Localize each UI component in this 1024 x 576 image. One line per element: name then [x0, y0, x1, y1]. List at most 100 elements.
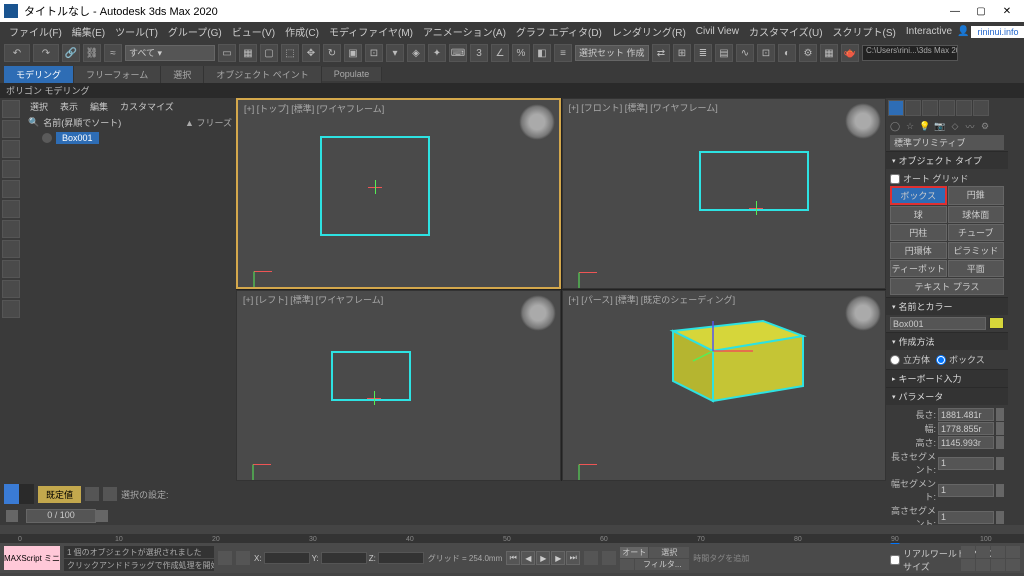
nav-fov-icon[interactable] [991, 546, 1005, 558]
modify-tab[interactable] [905, 100, 921, 116]
motion-tab[interactable] [939, 100, 955, 116]
lights-icon[interactable]: 💡 [918, 119, 932, 133]
menu-group[interactable]: グループ(G) [163, 24, 227, 39]
align-button[interactable]: ⊞ [673, 44, 691, 62]
lock-icon[interactable] [236, 551, 250, 565]
nav-max-icon[interactable] [991, 559, 1005, 571]
nav-region-icon[interactable] [1006, 559, 1020, 571]
snap-button[interactable]: 3 [470, 44, 488, 62]
mirror-button[interactable]: ⇄ [652, 44, 670, 62]
scale-button[interactable]: ▣ [344, 44, 362, 62]
unlink-button[interactable]: ⛓ [83, 44, 101, 62]
viewport-top-label[interactable]: [+] [トップ] [標準] [ワイヤフレーム] [244, 102, 384, 115]
viewport-left-label[interactable]: [+] [レフト] [標準] [ワイヤフレーム] [243, 293, 383, 306]
viewcube-front[interactable] [845, 103, 881, 139]
param-height[interactable] [938, 436, 994, 449]
method-box[interactable]: ボックス [936, 352, 985, 367]
menu-file[interactable]: ファイル(F) [4, 24, 67, 39]
project-path[interactable]: C:\Users\rini...\3ds Max 202 [862, 45, 958, 61]
prim-geosphere[interactable]: 球体面 [948, 206, 1005, 223]
tab-populate[interactable]: Populate [322, 67, 383, 81]
section-keyboard-entry[interactable]: キーボード入力 [886, 370, 1008, 387]
systems-icon[interactable]: ⚙ [978, 119, 992, 133]
schematic-button[interactable]: ⊡ [757, 44, 775, 62]
menu-rendering[interactable]: レンダリング(R) [607, 24, 691, 39]
material-editor-button[interactable]: ◐ [778, 44, 796, 62]
rect-select-button[interactable]: ▢ [260, 44, 278, 62]
scene-tool-4[interactable] [2, 160, 20, 178]
named-selection-set[interactable]: 選択セット 作成 [575, 45, 649, 61]
tab-freeform[interactable]: フリーフォーム [74, 66, 161, 83]
cameras-icon[interactable]: 📷 [933, 119, 947, 133]
maxscript-listener[interactable]: MAXScript ミニ [4, 546, 60, 570]
curve-editor-button[interactable]: ∿ [736, 44, 754, 62]
next-frame-button[interactable]: ▶ [551, 551, 565, 565]
timeline[interactable]: 0 / 100 [0, 507, 1024, 525]
render-frame-button[interactable]: ▦ [820, 44, 838, 62]
isolate-icon[interactable] [218, 551, 232, 565]
nav-orbit-icon[interactable] [976, 559, 990, 571]
object-color-swatch[interactable] [989, 317, 1004, 329]
viewcube-top[interactable] [519, 104, 555, 140]
spacewarps-icon[interactable]: 〰 [963, 119, 977, 133]
prim-cone[interactable]: 円錐 [948, 186, 1005, 205]
manipulate-button[interactable]: ✦ [428, 44, 446, 62]
create-tab[interactable] [888, 100, 904, 116]
placement-button[interactable]: ⊡ [365, 44, 383, 62]
param-lsegs[interactable] [938, 457, 994, 470]
menu-animation[interactable]: アニメーション(A) [418, 24, 511, 39]
autogrid-check[interactable]: オート グリッド [890, 171, 1004, 186]
prim-cylinder[interactable]: 円柱 [890, 224, 947, 241]
scene-hdr-edit[interactable]: 編集 [90, 100, 108, 113]
layout-preset-icon[interactable] [4, 484, 34, 504]
section-parameters[interactable]: パラメータ [886, 388, 1008, 405]
scene-hdr-select[interactable]: 選択 [30, 100, 48, 113]
viewport-front-label[interactable]: [+] [フロント] [標準] [ワイヤフレーム] [569, 101, 718, 114]
timeline-next[interactable] [96, 510, 108, 522]
tab-selection[interactable]: 選択 [161, 66, 204, 83]
goto-end-button[interactable]: ⏭ [566, 551, 580, 565]
utilities-tab[interactable] [973, 100, 989, 116]
menu-civilview[interactable]: Civil View [691, 26, 744, 37]
keyboard-button[interactable]: ⌨ [449, 44, 467, 62]
ribbon-subtab[interactable]: ポリゴン モデリング [0, 83, 1024, 98]
prev-frame-button[interactable]: ◀ [521, 551, 535, 565]
tab-objectpaint[interactable]: オブジェクト ペイント [204, 66, 322, 83]
render-setup-button[interactable]: ⚙ [799, 44, 817, 62]
coord-x-input[interactable] [264, 552, 310, 564]
section-object-type[interactable]: オブジェクト タイプ [886, 152, 1008, 169]
display-tab[interactable] [956, 100, 972, 116]
param-wsegs[interactable] [938, 484, 994, 497]
param-length[interactable] [938, 408, 994, 421]
nav-zoomext-icon[interactable] [961, 559, 975, 571]
tab-modeling[interactable]: モデリング [4, 66, 74, 83]
time-slider[interactable]: 0 / 100 [26, 509, 96, 523]
scene-tool-5[interactable] [2, 180, 20, 198]
viewcube-persp[interactable] [845, 295, 881, 331]
select-name-button[interactable]: ▦ [239, 44, 257, 62]
prim-tube[interactable]: チューブ [948, 224, 1005, 241]
time-track[interactable]: 0 10 20 30 40 50 60 70 80 90 100 [0, 525, 1024, 543]
selected-button[interactable]: 選択 [649, 547, 689, 558]
goto-start-button[interactable]: ⏮ [506, 551, 520, 565]
rotate-button[interactable]: ↻ [323, 44, 341, 62]
toggle-ribbon-button[interactable]: ▤ [715, 44, 733, 62]
viewport-perspective[interactable]: [+] [パース] [標準] [既定のシェーディング] [562, 290, 887, 481]
play-button[interactable]: ▶ [536, 551, 550, 565]
viewport-persp-label[interactable]: [+] [パース] [標準] [既定のシェーディング] [569, 293, 736, 306]
spinner-icon[interactable] [996, 511, 1004, 524]
spinner-icon[interactable] [996, 436, 1004, 449]
viewport-front[interactable]: [+] [フロント] [標準] [ワイヤフレーム] [562, 98, 887, 289]
freeze-column[interactable]: ▲ フリーズ [185, 116, 232, 129]
nav-zoom-icon[interactable] [976, 546, 990, 558]
layers-icon[interactable] [85, 487, 99, 501]
autokey-button[interactable]: オート [620, 547, 648, 558]
param-hsegs[interactable] [938, 511, 994, 524]
select-button[interactable]: ▭ [218, 44, 236, 62]
nav-zoomall-icon[interactable] [1006, 546, 1020, 558]
selection-filter[interactable]: すべて ▾ [125, 45, 215, 61]
object-name-input[interactable] [890, 317, 986, 330]
prim-plane[interactable]: 平面 [948, 260, 1005, 277]
preset-label[interactable]: 既定値 [38, 486, 81, 503]
shapes-icon[interactable]: ☆ [903, 119, 917, 133]
